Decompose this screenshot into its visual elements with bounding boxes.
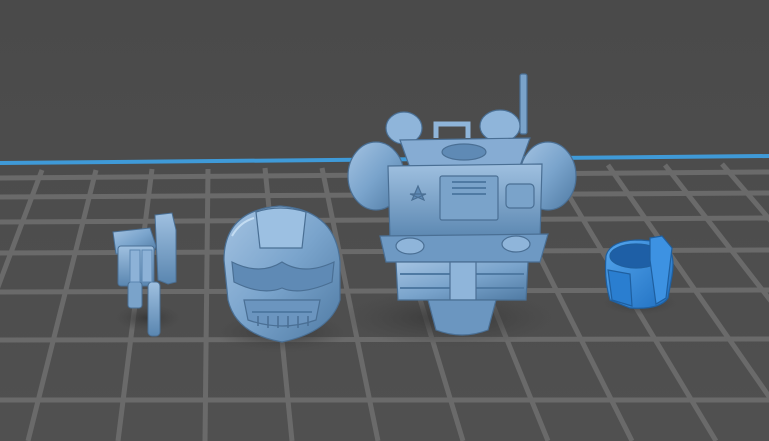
cuff-model[interactable]: [604, 235, 674, 309]
helmet-model[interactable]: [223, 205, 341, 343]
scene-canvas[interactable]: [0, 0, 769, 441]
3d-viewport[interactable]: [0, 0, 769, 441]
